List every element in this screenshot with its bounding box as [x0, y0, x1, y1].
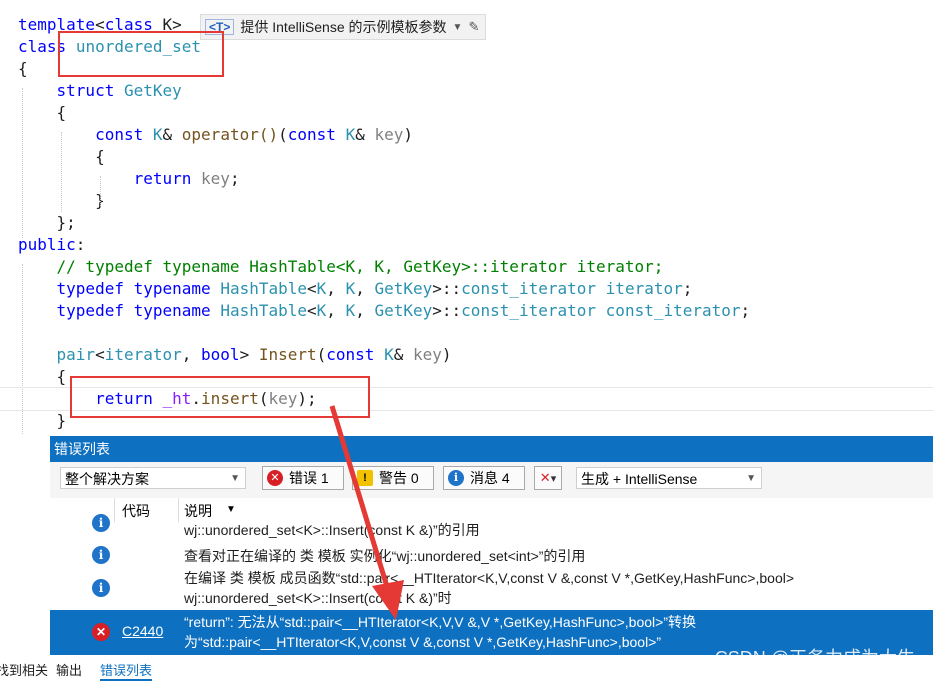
code-line: {	[18, 59, 28, 78]
column-divider	[114, 498, 115, 522]
code-line: {	[18, 103, 67, 122]
highlight-box-return-line	[70, 376, 370, 418]
build-filter-dropdown[interactable]: 生成 + IntelliSense ▼	[576, 467, 762, 489]
code-line: // typedef typename HashTable<K, K, GetK…	[56, 257, 664, 276]
tab-error-list[interactable]: 错误列表	[100, 660, 153, 681]
column-divider	[178, 498, 179, 522]
row-description: 查看对正在编译的 类 模板 实例化“wj::unordered_set<int>…	[184, 548, 586, 564]
errors-filter-label: 错误 1	[289, 470, 329, 486]
code-line: typedef typename HashTable<K, K, GetKey>…	[56, 279, 693, 298]
messages-filter-button[interactable]: i 消息 4	[443, 466, 525, 490]
highlight-box-class-name	[58, 31, 224, 77]
message-row[interactable]: i 查看对正在编译的 类 模板 实例化“wj::unordered_set<int…	[50, 544, 933, 566]
clear-filter-button[interactable]: ✕▾	[534, 466, 562, 490]
template-hint-text: 提供 IntelliSense 的示例模板参数	[240, 19, 447, 35]
build-filter-value: 生成 + IntelliSense	[581, 471, 698, 487]
row-description: “return”: 无法从“std::pair<__HTIterator<K,V…	[184, 614, 696, 650]
code-line: public:	[18, 235, 86, 254]
warnings-filter-label: 警告 0	[379, 470, 419, 486]
info-icon: i	[92, 579, 110, 597]
scope-dropdown[interactable]: 整个解决方案 ▼	[60, 467, 246, 489]
scope-dropdown-value: 整个解决方案	[65, 471, 149, 487]
code-line: };	[18, 213, 76, 232]
edit-pencil-icon[interactable]: ✎	[468, 19, 479, 35]
info-icon: i	[92, 514, 110, 532]
warning-icon: !	[357, 470, 373, 486]
error-list-panel: 错误列表 整个解决方案 ▼ ✕ 错误 1 ! 警告 0 i 消息 4 ✕▾ 生成…	[50, 436, 933, 675]
sort-chevron-icon[interactable]: ▼	[226, 504, 236, 515]
filter-clear-icon: ✕▾	[539, 469, 557, 485]
info-icon: i	[448, 470, 464, 486]
code-line: {	[18, 367, 67, 386]
code-line: struct GetKey	[56, 81, 182, 100]
error-icon: ✕	[92, 623, 110, 641]
code-line: typedef typename HashTable<K, K, GetKey>…	[56, 301, 751, 320]
grid-header: 代码 说明 ▼	[50, 498, 933, 522]
code-line: const K& operator()(const K& key)	[95, 125, 414, 144]
panel-title: 错误列表	[50, 436, 933, 462]
messages-filter-label: 消息 4	[470, 470, 510, 486]
chevron-down-icon: ▼	[230, 473, 240, 484]
error-icon: ✕	[267, 470, 283, 486]
message-row[interactable]: i 在编译 类 模板 成员函数“std::pair<__HTIterator<K,…	[50, 566, 933, 610]
errors-filter-button[interactable]: ✕ 错误 1	[262, 466, 344, 490]
indent-guide	[100, 176, 101, 206]
row-description: 在编译 类 模板 成员函数“std::pair<__HTIterator<K,V…	[184, 570, 795, 606]
watermark: CSDN @正务力成为大牛	[714, 648, 915, 668]
tab-output[interactable]: 输出	[56, 660, 82, 679]
warnings-filter-button[interactable]: ! 警告 0	[352, 466, 434, 490]
indent-guide	[22, 88, 23, 238]
indent-guide	[61, 132, 62, 212]
chevron-down-icon[interactable]: ▼	[453, 22, 463, 33]
tab-find-results[interactable]: 找到相关	[0, 660, 48, 679]
column-header-code[interactable]: 代码	[122, 501, 150, 521]
column-header-description[interactable]: 说明	[184, 501, 212, 521]
code-line: }	[18, 411, 67, 430]
code-editor[interactable]: template<class K> class unordered_set{ st…	[0, 0, 933, 440]
code-line: pair<iterator, bool> Insert(const K& key…	[56, 345, 452, 364]
code-line: return key;	[133, 169, 240, 188]
row-description: wj::unordered_set<K>::Insert(const K &)”…	[184, 522, 480, 538]
info-icon: i	[92, 546, 110, 564]
error-list-toolbar: 整个解决方案 ▼ ✕ 错误 1 ! 警告 0 i 消息 4 ✕▾ 生成 + In…	[50, 462, 933, 498]
chevron-down-icon: ▼	[746, 473, 756, 484]
error-code-link[interactable]: C2440	[122, 623, 163, 639]
message-row[interactable]: i wj::unordered_set<K>::Insert(const K &)…	[50, 514, 933, 544]
template-hint-bar[interactable]: <T> 提供 IntelliSense 的示例模板参数 ▼ ✎	[200, 14, 487, 40]
